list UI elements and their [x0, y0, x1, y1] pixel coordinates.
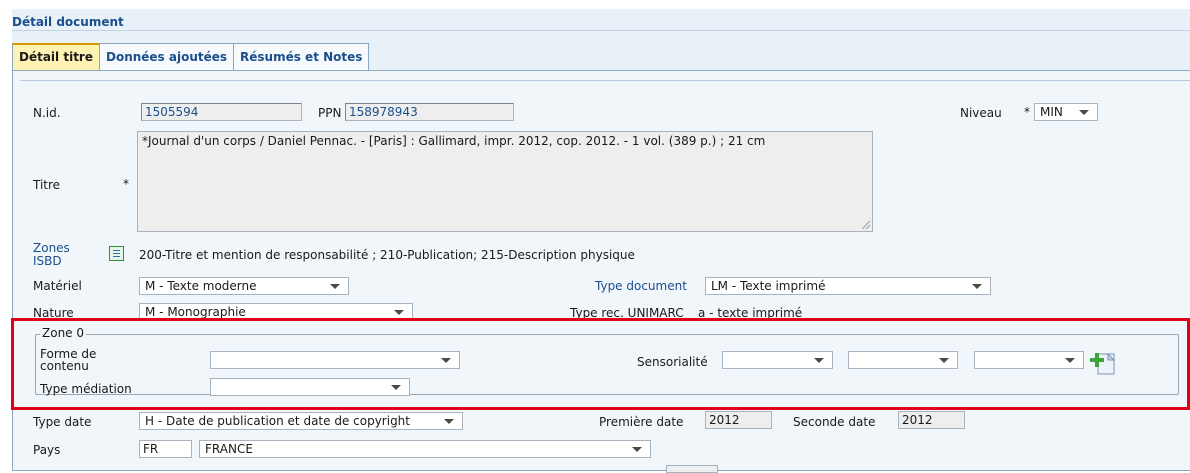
section-title: Détail document: [12, 15, 124, 29]
sensorialite-select-3[interactable]: [974, 351, 1084, 369]
niveau-label: Niveau: [960, 106, 1002, 120]
type-date-select[interactable]: H - Date de publication et date de copyr…: [139, 412, 463, 430]
seconde-date-label: Seconde date: [793, 415, 876, 429]
chevron-down-icon: [441, 358, 451, 363]
forme-contenu-label: Forme de contenu: [40, 348, 96, 372]
nid-field[interactable]: 1505594: [141, 103, 302, 121]
seconde-date-field[interactable]: 2012: [898, 411, 965, 429]
resize-grip-icon[interactable]: [862, 221, 870, 229]
titre-label: Titre: [33, 178, 61, 192]
type-document-label: Type document: [595, 279, 687, 293]
tab-resumes-et-notes[interactable]: Résumés et Notes: [233, 43, 370, 70]
materiel-select[interactable]: M - Texte moderne: [139, 277, 349, 295]
add-page-icon[interactable]: [1090, 350, 1118, 376]
niveau-required-mark: *: [1024, 105, 1030, 119]
niveau-value: MIN: [1040, 105, 1063, 119]
ppn-field[interactable]: 158978943: [345, 103, 514, 121]
titre-required-mark: *: [123, 177, 129, 191]
zones-isbd-label-line2: ISBD: [33, 254, 62, 268]
chevron-down-icon: [814, 358, 824, 363]
nature-value: M - Monographie: [145, 305, 246, 319]
titre-textarea[interactable]: *Journal d'un corps / Daniel Pennac. - […: [137, 131, 873, 232]
chevron-down-icon: [394, 310, 404, 315]
chevron-down-icon: [330, 284, 340, 289]
forme-contenu-select[interactable]: [210, 351, 460, 369]
pays-label: Pays: [33, 443, 61, 457]
chevron-down-icon: [391, 385, 401, 390]
materiel-label: Matériel: [33, 279, 82, 293]
sensorialite-select-2[interactable]: [848, 351, 958, 369]
zones-isbd-value: 200-Titre et mention de responsabilité ;…: [139, 248, 635, 262]
chevron-down-icon: [939, 358, 949, 363]
ppn-label: PPN: [318, 106, 342, 120]
tab-detail-titre[interactable]: Détail titre: [12, 43, 100, 70]
pays-select[interactable]: FRANCE: [199, 440, 651, 458]
chevron-down-icon: [972, 284, 982, 289]
chevron-down-icon: [1079, 110, 1089, 115]
sensorialite-select-1[interactable]: [722, 351, 833, 369]
type-date-label: Type date: [33, 415, 92, 429]
sensorialite-label: Sensorialité: [637, 355, 708, 369]
type-document-select[interactable]: LM - Texte imprimé: [705, 277, 991, 295]
premiere-date-field[interactable]: 2012: [705, 411, 772, 429]
type-rec-value: a - texte imprimé: [698, 306, 803, 320]
titre-value: *Journal d'un corps / Daniel Pennac. - […: [142, 134, 766, 148]
type-mediation-select[interactable]: [210, 378, 410, 396]
type-mediation-label: Type médiation: [40, 382, 132, 396]
tab-bar: Détail titre Données ajoutées Résumés et…: [12, 43, 370, 70]
forme-contenu-label-line2: contenu: [40, 359, 89, 373]
section-divider: [12, 30, 1190, 31]
list-icon[interactable]: [109, 246, 124, 261]
nid-label: N.id.: [33, 106, 61, 120]
zone0-legend: Zone 0: [40, 326, 86, 340]
panel-divider: [20, 80, 1190, 81]
zones-isbd-label: Zones ISBD: [33, 242, 70, 268]
niveau-select[interactable]: MIN: [1034, 103, 1098, 121]
premiere-date-label: Première date: [599, 415, 684, 429]
chevron-down-icon: [632, 447, 642, 452]
type-date-value: H - Date de publication et date de copyr…: [145, 414, 410, 428]
type-rec-label: Type rec. UNIMARC: [570, 306, 684, 320]
pays-value: FRANCE: [205, 442, 253, 456]
tab-donnees-ajoutees[interactable]: Données ajoutées: [98, 43, 235, 70]
next-row-field[interactable]: [666, 465, 718, 473]
materiel-value: M - Texte moderne: [145, 279, 257, 293]
pays-code-field[interactable]: FR: [139, 440, 192, 458]
nature-label: Nature: [33, 306, 74, 320]
chevron-down-icon: [444, 419, 454, 424]
type-document-value: LM - Texte imprimé: [711, 279, 826, 293]
chevron-down-icon: [1065, 358, 1075, 363]
nature-select[interactable]: M - Monographie: [139, 303, 413, 321]
